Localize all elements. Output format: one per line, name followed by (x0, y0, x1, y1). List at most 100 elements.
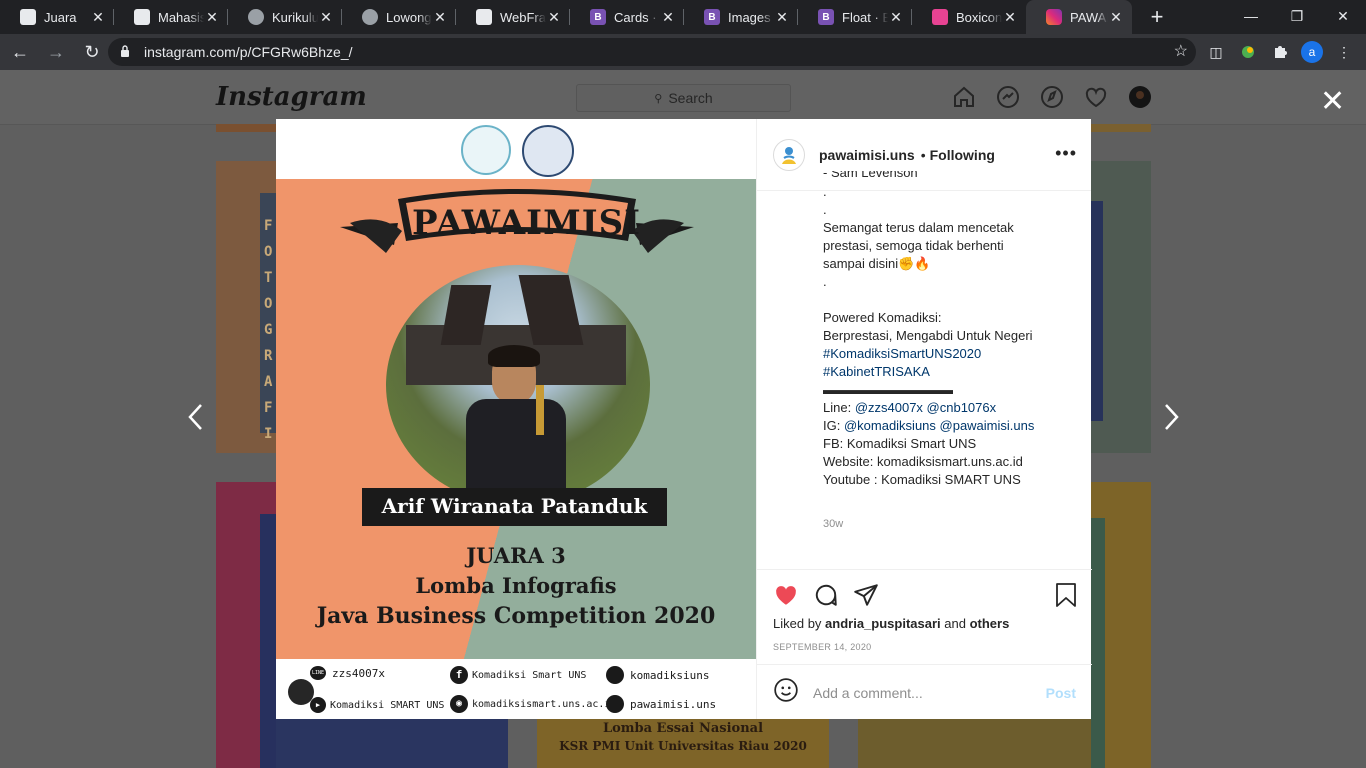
browser-tab[interactable]: PAWAIMISI✕ (1026, 0, 1132, 34)
liked-by-others[interactable]: others (970, 616, 1010, 631)
like-heart-icon[interactable] (773, 582, 799, 613)
caption-line (823, 291, 1083, 309)
close-tab-icon[interactable]: ✕ (432, 9, 448, 26)
hashtag-link[interactable]: #KomadiksiSmartUNS2020 (823, 345, 1083, 363)
box-favicon-icon (932, 9, 948, 25)
page-favicon-icon (134, 9, 150, 25)
color-extension-icon[interactable] (1234, 34, 1262, 70)
close-modal-icon[interactable]: ✕ (1320, 87, 1345, 117)
caption-website: Website: komadiksismart.uns.ac.id (823, 454, 1023, 469)
caption-line: . (823, 184, 827, 199)
comment-input[interactable]: Add a comment... (813, 685, 1046, 701)
post-actions: Liked by andria_puspitasari and others S… (757, 569, 1092, 719)
browser-menu-icon[interactable]: ⋮ (1330, 34, 1358, 70)
post-date[interactable]: SEPTEMBER 14, 2020 (773, 642, 871, 652)
author-username[interactable]: pawaimisi.uns (819, 147, 915, 163)
comment-box: Add a comment... Post (757, 664, 1092, 720)
browser-tab[interactable]: Juara ✕ (0, 0, 114, 34)
new-tab-button[interactable]: + (1140, 0, 1174, 34)
browser-tab[interactable]: Boxicons✕ (912, 0, 1026, 34)
winner-name: Arif Wiranata Patanduk (381, 494, 648, 518)
browser-tab[interactable]: Mahasiswa✕ (114, 0, 228, 34)
save-bookmark-icon[interactable] (1054, 582, 1078, 613)
background-post[interactable] (1091, 482, 1151, 768)
restore-icon[interactable]: ❐ (1274, 0, 1320, 32)
background-post[interactable] (1091, 124, 1151, 132)
more-options-icon[interactable]: ••• (1055, 143, 1077, 164)
extension-icon[interactable]: ◫ (1202, 34, 1230, 70)
emoji-icon[interactable] (773, 677, 799, 708)
heart-activity-icon[interactable] (1083, 84, 1109, 110)
close-tab-icon[interactable]: ✕ (1108, 9, 1124, 26)
close-tab-icon[interactable]: ✕ (318, 9, 334, 26)
background-post[interactable] (1091, 161, 1151, 453)
profile-avatar[interactable]: a (1298, 34, 1326, 70)
browser-tab[interactable]: WebFrame✕ (456, 0, 570, 34)
page-favicon-icon (20, 9, 36, 25)
bootstrap-favicon-icon: B (590, 9, 606, 25)
bookmark-star-icon[interactable]: ☆ (1174, 41, 1188, 61)
post-image[interactable]: PAWAIMISI Arif Wiranata Patanduk JUARA 3… (276, 119, 756, 719)
browser-tab[interactable]: B Cards · Bootstrap✕ (570, 0, 684, 34)
facebook-contact: f Komadiksi Smart UNS (450, 666, 586, 684)
facebook-icon: f (450, 666, 468, 684)
vertical-label: FOTOGRAFI (264, 218, 273, 442)
caption-line: prestasi, semoga tidak berhenti (823, 238, 1004, 253)
share-icon[interactable] (853, 582, 879, 613)
browser-toolbar: ← → ↻ instagram.com/p/CFGRw6Bhze_/ ☆ ◫ a… (0, 34, 1366, 70)
reload-icon[interactable]: ↻ (76, 36, 108, 68)
close-tab-icon[interactable]: ✕ (1002, 9, 1018, 26)
caption-youtube: Youtube : Komadiksi SMART UNS (823, 472, 1021, 487)
home-icon[interactable] (951, 84, 977, 110)
globe-favicon-icon (248, 9, 264, 25)
search-input[interactable]: ⚲ Search (576, 84, 791, 112)
post-sidebar: pawaimisi.uns • Following ••• - Sam Leve… (756, 119, 1092, 719)
caption-time-ago[interactable]: 30w (823, 518, 843, 530)
background-post[interactable] (216, 124, 276, 132)
ig-handles-link[interactable]: @komadiksiuns @pawaimisi.uns (844, 418, 1034, 433)
youtube-icon: ▶ (310, 697, 326, 713)
instagram-logo[interactable]: Instagram (216, 82, 367, 112)
close-tab-icon[interactable]: ✕ (90, 9, 106, 26)
liked-by-user[interactable]: andria_puspitasari (825, 616, 941, 631)
comment-icon[interactable] (813, 582, 839, 613)
line-handles-link[interactable]: @zzs4007x @cnb1076x (855, 400, 996, 415)
author-avatar[interactable] (773, 138, 805, 171)
background-post[interactable] (276, 719, 508, 768)
explore-icon[interactable] (1039, 84, 1065, 110)
close-tab-icon[interactable]: ✕ (774, 9, 790, 26)
following-button[interactable]: Following (930, 147, 995, 163)
puzzle-extensions-icon[interactable] (1266, 34, 1294, 70)
close-tab-icon[interactable]: ✕ (888, 9, 904, 26)
event-title: Lomba Infografis (415, 573, 617, 598)
back-icon[interactable]: ← (4, 36, 36, 68)
address-bar[interactable]: instagram.com/p/CFGRw6Bhze_/ ☆ (108, 38, 1196, 66)
close-tab-icon[interactable]: ✕ (204, 9, 220, 26)
background-post-fotografi[interactable]: FOTOGRAFI (216, 161, 276, 453)
post-comment-button[interactable]: Post (1046, 685, 1076, 701)
close-tab-icon[interactable]: ✕ (660, 9, 676, 26)
background-post-lomba-essai[interactable]: Lomba Essai Nasional KSR PMI Unit Univer… (537, 719, 829, 768)
previous-post-arrow[interactable] (186, 402, 206, 440)
messenger-icon[interactable] (995, 84, 1021, 110)
background-post[interactable] (216, 482, 276, 768)
browser-tab[interactable]: B Images · Bootstrap✕ (684, 0, 798, 34)
close-window-icon[interactable]: ✕ (1320, 0, 1366, 32)
tab-title: Juara (44, 9, 77, 25)
profile-avatar-icon[interactable] (1127, 84, 1153, 110)
website-contact: ◉ komadiksismart.uns.ac.id (450, 695, 617, 713)
banner-title: PAWAIMISI (412, 203, 642, 243)
line-contact: LINE zzs4007x (310, 666, 385, 680)
browser-tab[interactable]: Kurikulum✕ (228, 0, 342, 34)
browser-tab[interactable]: Lowongan✕ (342, 0, 456, 34)
hashtag-link[interactable]: #KabinetTRISAKA (823, 363, 1083, 381)
minimize-icon[interactable]: — (1228, 0, 1274, 32)
next-post-arrow[interactable] (1161, 402, 1181, 440)
caption-line: - Sam Levenson (823, 171, 918, 180)
close-tab-icon[interactable]: ✕ (546, 9, 562, 26)
instagram-favicon-icon (1046, 9, 1062, 25)
post-modal: PAWAIMISI Arif Wiranata Patanduk JUARA 3… (276, 119, 1092, 719)
background-post[interactable] (858, 719, 1091, 768)
forward-icon[interactable]: → (40, 36, 72, 68)
browser-tab[interactable]: B Float · Bootstrap✕ (798, 0, 912, 34)
